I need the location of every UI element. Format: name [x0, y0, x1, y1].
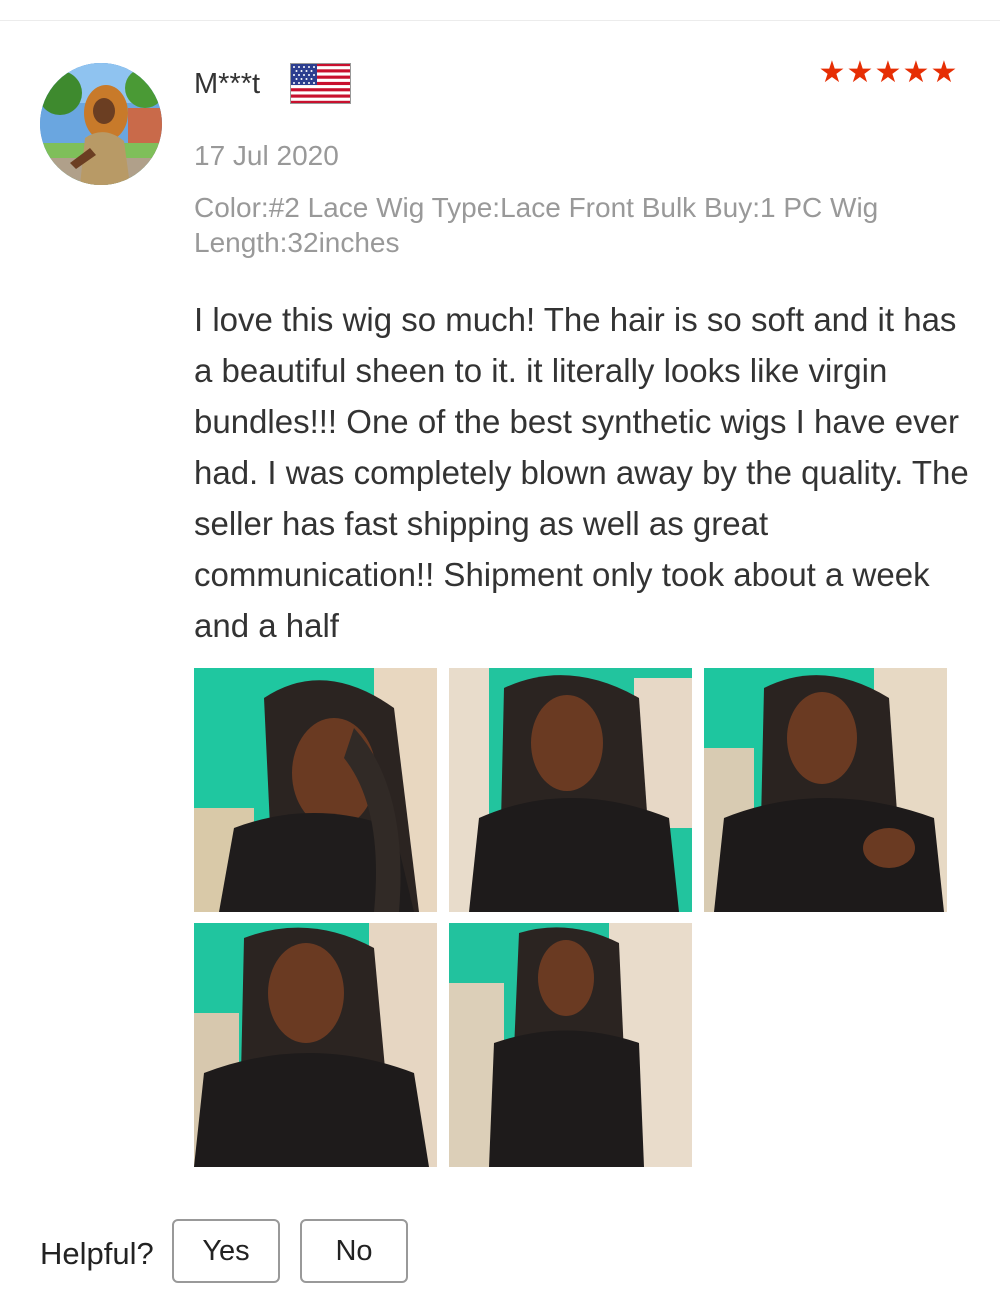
reviewer-avatar[interactable]	[40, 63, 162, 185]
star-icon: ★	[902, 56, 930, 89]
review-photo-image	[449, 668, 692, 912]
review-photo-1[interactable]	[194, 668, 437, 912]
review-photo-2[interactable]	[449, 668, 692, 912]
us-flag-icon	[290, 63, 351, 104]
star-icon: ★	[846, 56, 874, 89]
review-photo-image	[704, 668, 947, 912]
sku-info: Color:#2 Lace Wig Type:Lace Front Bulk B…	[194, 192, 879, 258]
star-icon: ★	[874, 56, 902, 89]
star-icon: ★	[930, 56, 958, 89]
star-icon: ★	[818, 56, 846, 89]
review-photo-3[interactable]	[704, 668, 947, 912]
helpful-yes-button[interactable]: Yes	[172, 1219, 280, 1283]
helpful-no-button[interactable]: No	[300, 1219, 408, 1283]
reviewer-name: M***t	[194, 68, 261, 100]
helpful-label: Helpful?	[40, 1236, 154, 1271]
review-text: I love this wig so much! The hair is so …	[194, 301, 969, 644]
top-divider	[0, 20, 1000, 21]
review-photo-5[interactable]	[449, 923, 692, 1167]
review-date: 17 Jul 2020	[194, 140, 339, 171]
review-photo-image	[449, 923, 692, 1167]
avatar-photo-icon	[40, 63, 162, 185]
review-photo-image	[194, 923, 437, 1167]
review-photo-4[interactable]	[194, 923, 437, 1167]
review-photo-image	[194, 668, 437, 912]
rating-stars: ★ ★ ★ ★ ★	[818, 58, 958, 88]
